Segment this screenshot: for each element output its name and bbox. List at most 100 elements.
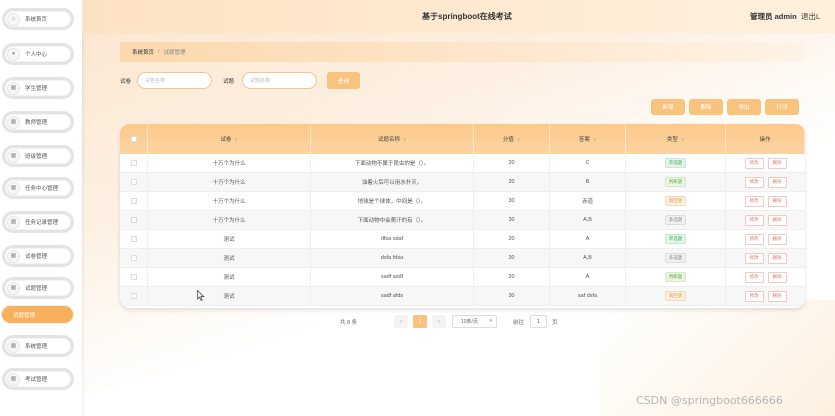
cell-answer: B	[550, 173, 626, 191]
goto-page-input[interactable]	[530, 315, 547, 328]
sort-icon[interactable]: ⇕	[234, 137, 237, 142]
cell-answer: A	[550, 230, 626, 248]
row-delete-button[interactable]: 删除	[767, 252, 787, 264]
sidebar-item[interactable]: ▦ 考试管理	[2, 368, 74, 390]
edit-button[interactable]: 修改	[744, 290, 764, 302]
sidebar-item[interactable]: ▦ 任务中心管理	[2, 177, 74, 199]
row-checkbox[interactable]	[130, 255, 137, 261]
type-tag: 单选题	[664, 233, 687, 245]
row-delete-button[interactable]: 删除	[767, 157, 787, 169]
app-title: 基于springboot在线考试	[422, 12, 512, 21]
grid-icon: ▦	[7, 339, 20, 353]
cell-question: dsfa fdsa	[311, 249, 474, 267]
delete-button[interactable]: 删除	[689, 99, 723, 115]
edit-button[interactable]: 修改	[744, 195, 764, 207]
breadcrumb-home[interactable]: 系统首页	[132, 48, 154, 56]
sidebar-item[interactable]: ▦ 系统管理	[2, 335, 74, 357]
cell-type: 填空题	[626, 287, 726, 305]
row-checkbox[interactable]	[130, 179, 137, 185]
column-header[interactable]: 试题名称 ⇕	[311, 124, 474, 154]
cell-type: 判断题	[626, 173, 726, 191]
column-header[interactable]: 类型 ⇕	[626, 124, 726, 154]
sidebar-item[interactable]: ▦ 学生管理	[2, 77, 74, 99]
cell-question: 油着火后可以用水扑灭。	[311, 173, 474, 191]
sidebar-item-label: 班级管理	[25, 154, 48, 160]
row-delete-button[interactable]: 删除	[767, 195, 787, 207]
question-search-input[interactable]	[242, 72, 317, 89]
sort-icon[interactable]: ⇕	[593, 137, 596, 142]
row-checkbox[interactable]	[130, 293, 137, 299]
table-row: 十万个为什么 地球是个球体，中间是（）。 30 赤道 填空题 修改 删除	[120, 192, 805, 211]
sidebar-item[interactable]: ▦ 班级管理	[2, 145, 74, 167]
column-header-label: 类型	[666, 137, 678, 143]
table-header: 试卷 ⇕ 试题名称 ⇕ 分值 ⇕ 答案 ⇕ 类型 ⇕ 操作	[120, 124, 805, 154]
home-icon: ⌂	[7, 12, 20, 26]
column-header[interactable]: 试卷 ⇕	[148, 124, 311, 154]
sidebar-item[interactable]: ▦ 教师管理	[2, 111, 74, 133]
cell-answer: saf dsfa	[550, 287, 626, 305]
grid-icon: ▦	[7, 115, 20, 129]
row-checkbox[interactable]	[130, 160, 137, 166]
column-header-label: 试题名称	[377, 137, 400, 143]
type-tag: 单选题	[664, 157, 687, 169]
sort-icon[interactable]: ⇕	[517, 137, 520, 142]
cell-actions: 修改 删除	[726, 230, 805, 248]
prev-page-button[interactable]: ‹	[394, 315, 408, 328]
row-delete-button[interactable]: 删除	[767, 214, 787, 226]
row-delete-button[interactable]: 删除	[767, 290, 787, 302]
sidebar-item[interactable]: ▦ 试题管理	[2, 277, 74, 299]
sidebar-item-label: 学生管理	[25, 86, 48, 92]
edit-button[interactable]: 修改	[744, 157, 764, 169]
row-delete-button[interactable]: 删除	[767, 271, 787, 283]
cell-score: 30	[474, 192, 550, 210]
row-checkbox[interactable]	[130, 198, 137, 204]
edit-button[interactable]: 修改	[744, 176, 764, 188]
current-page-button[interactable]: 1	[413, 315, 427, 328]
select-all-checkbox[interactable]	[130, 136, 137, 142]
table-row: 测试 sadf asdf 20 A 判断题 修改 删除	[120, 268, 805, 287]
goto-page-suffix: 页	[552, 320, 558, 326]
cell-type: 填空题	[626, 192, 726, 210]
cell-type: 多选题	[626, 211, 726, 229]
select-all-cell	[120, 124, 148, 154]
cell-score: 20	[474, 173, 550, 191]
sort-icon[interactable]: ⇕	[681, 137, 684, 142]
edit-button[interactable]: 修改	[744, 252, 764, 264]
logout-link[interactable]: 退出L	[801, 11, 820, 22]
paper-search-input[interactable]	[137, 72, 212, 89]
cell-actions: 修改 删除	[726, 154, 805, 172]
sort-icon[interactable]: ⇕	[403, 137, 406, 142]
edit-button[interactable]: 修改	[744, 271, 764, 283]
grid-icon: ▦	[7, 249, 20, 263]
next-page-button[interactable]: ›	[432, 315, 446, 328]
search-button[interactable]: 查询	[327, 72, 360, 89]
page-size-value: 10条/页	[461, 319, 478, 325]
cell-score: 30	[474, 211, 550, 229]
row-checkbox[interactable]	[130, 217, 137, 223]
watermark: CSDN @springboot666666	[636, 394, 783, 407]
sidebar-item[interactable]: ● 个人中心	[2, 43, 74, 65]
sidebar-item[interactable]: ⌂ 系统首页	[2, 8, 74, 30]
column-header[interactable]: 分值 ⇕	[474, 124, 550, 154]
page-size-select[interactable]: 10条/页 ▾	[452, 315, 497, 328]
sidebar-item[interactable]: ▦ 试卷管理	[2, 245, 74, 267]
cell-paper: 十万个为什么	[148, 192, 311, 210]
row-checkbox[interactable]	[130, 274, 137, 280]
cell-actions: 修改 删除	[726, 287, 805, 305]
cell-score: 30	[474, 249, 550, 267]
sidebar-item[interactable]: ▦ 任务记录管理	[2, 211, 74, 233]
chevron-down-icon: ▾	[489, 318, 492, 324]
add-button[interactable]: 新增	[651, 99, 685, 115]
print-button[interactable]: 打印	[765, 99, 799, 115]
sidebar-item[interactable]: 试题管理	[1, 305, 74, 324]
row-delete-button[interactable]: 删除	[767, 176, 787, 188]
edit-button[interactable]: 修改	[744, 233, 764, 245]
column-header[interactable]: 答案 ⇕	[550, 124, 626, 154]
row-delete-button[interactable]: 删除	[767, 233, 787, 245]
grid-icon: ▦	[7, 81, 20, 95]
table-row: 测试 dfsa sdaf 20 A 单选题 修改 删除	[120, 230, 805, 249]
row-checkbox[interactable]	[130, 236, 137, 242]
edit-button[interactable]: 修改	[744, 214, 764, 226]
cell-type: 单选题	[626, 230, 726, 248]
export-button[interactable]: 导出	[727, 99, 761, 115]
